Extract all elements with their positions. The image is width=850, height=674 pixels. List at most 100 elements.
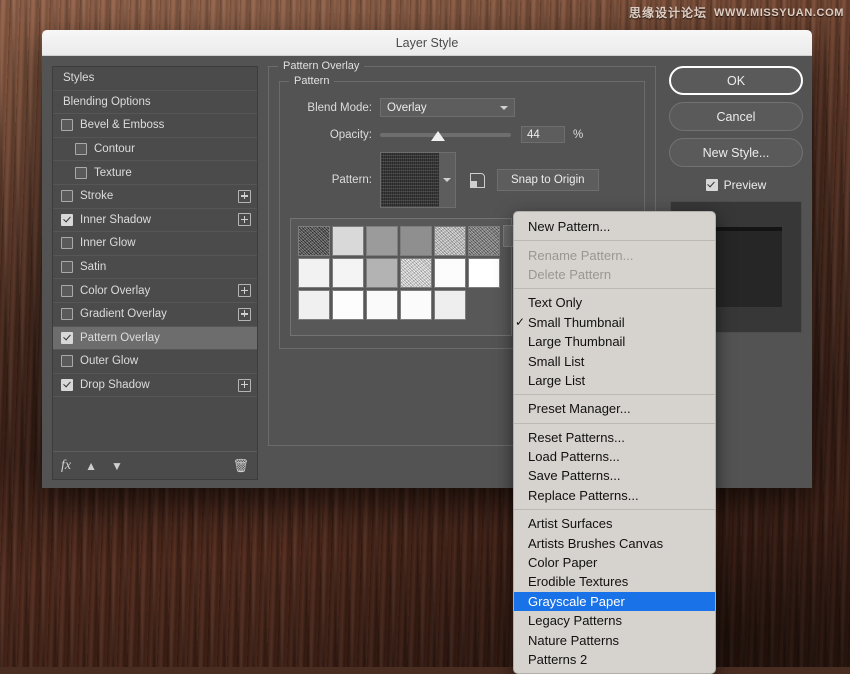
pattern-picker-chevron[interactable] bbox=[439, 153, 455, 207]
ok-button[interactable]: OK bbox=[669, 66, 803, 95]
delete-effect-icon[interactable]: 🗑 bbox=[232, 458, 249, 474]
styles-list-item[interactable]: Outer Glow bbox=[53, 350, 257, 374]
menu-item-label: Grayscale Paper bbox=[528, 593, 625, 609]
menu-item[interactable]: Erodible Textures bbox=[514, 572, 715, 591]
fx-icon[interactable]: fx bbox=[61, 458, 71, 473]
new-style-button[interactable]: New Style... bbox=[669, 138, 803, 167]
styles-list-item[interactable]: Drop Shadow bbox=[53, 374, 257, 398]
menu-item[interactable]: Text Only bbox=[514, 293, 715, 312]
pattern-swatch[interactable] bbox=[332, 258, 364, 288]
pattern-swatch-popup[interactable] bbox=[290, 218, 525, 336]
pattern-swatch[interactable] bbox=[400, 290, 432, 320]
menu-item-label: Save Patterns... bbox=[528, 468, 621, 484]
menu-item[interactable]: Large Thumbnail bbox=[514, 332, 715, 351]
pattern-swatch[interactable] bbox=[468, 226, 500, 256]
opacity-row: Opacity: 44 % bbox=[290, 126, 634, 143]
style-enable-checkbox[interactable] bbox=[61, 284, 73, 297]
menu-item: Delete Pattern bbox=[514, 265, 715, 284]
style-enable-checkbox[interactable] bbox=[61, 379, 73, 392]
menu-item[interactable]: Load Patterns... bbox=[514, 447, 715, 466]
styles-list-item[interactable]: Bevel & Emboss bbox=[53, 114, 257, 138]
style-enable-checkbox[interactable] bbox=[61, 237, 73, 250]
menu-item[interactable]: Small List bbox=[514, 351, 715, 370]
watermark: 思缘设计论坛 WWW.MISSYUAN.COM bbox=[629, 4, 844, 21]
menu-item[interactable]: Color Paper bbox=[514, 553, 715, 572]
pattern-swatch[interactable] bbox=[366, 290, 398, 320]
styles-list-item[interactable]: Color Overlay bbox=[53, 279, 257, 303]
cancel-button[interactable]: Cancel bbox=[669, 102, 803, 131]
opacity-label: Opacity: bbox=[329, 128, 372, 141]
pattern-swatch[interactable] bbox=[366, 258, 398, 288]
styles-list-item[interactable]: Gradient Overlay bbox=[53, 303, 257, 327]
style-enable-checkbox[interactable] bbox=[75, 143, 87, 156]
style-enable-checkbox[interactable] bbox=[61, 355, 73, 368]
styles-list-item[interactable]: Contour bbox=[53, 138, 257, 162]
styles-list-item[interactable]: Inner Shadow bbox=[53, 209, 257, 233]
opacity-slider-handle[interactable] bbox=[430, 130, 445, 141]
blend-mode-value: Overlay bbox=[387, 101, 427, 114]
pattern-swatch[interactable] bbox=[332, 290, 364, 320]
pattern-swatch[interactable] bbox=[434, 290, 466, 320]
styles-list-item[interactable]: Pattern Overlay bbox=[53, 326, 257, 351]
style-enable-checkbox[interactable] bbox=[75, 166, 87, 179]
styles-list-item[interactable]: Blending Options bbox=[53, 91, 257, 115]
link-pattern-icon[interactable] bbox=[470, 172, 485, 188]
menu-item[interactable]: ✓ Small Thumbnail bbox=[514, 313, 715, 332]
watermark-url-text: WWW.MISSYUAN.COM bbox=[714, 6, 844, 19]
pattern-swatch[interactable] bbox=[298, 258, 330, 288]
add-effect-plus-icon[interactable] bbox=[238, 189, 251, 203]
styles-list-item[interactable]: Styles bbox=[53, 67, 257, 91]
opacity-input[interactable]: 44 bbox=[521, 126, 565, 143]
preview-toggle[interactable]: Preview bbox=[705, 178, 766, 192]
menu-item[interactable]: Large List bbox=[514, 371, 715, 390]
menu-item[interactable]: Legacy Patterns bbox=[514, 611, 715, 630]
pattern-picker[interactable] bbox=[380, 152, 456, 208]
style-enable-checkbox[interactable] bbox=[61, 331, 73, 344]
pattern-swatch[interactable] bbox=[468, 258, 500, 288]
pattern-swatch[interactable] bbox=[366, 226, 398, 256]
style-enable-checkbox[interactable] bbox=[61, 190, 73, 203]
style-enable-checkbox[interactable] bbox=[61, 308, 73, 321]
styles-list-item-label: Inner Glow bbox=[80, 237, 136, 250]
pattern-options-context-menu[interactable]: New Pattern... Rename Pattern... Delete Pa… bbox=[513, 211, 716, 674]
pattern-swatch[interactable] bbox=[434, 258, 466, 288]
menu-item[interactable]: Nature Patterns bbox=[514, 630, 715, 649]
pattern-preview-thumbnail[interactable] bbox=[381, 153, 439, 207]
add-effect-plus-icon[interactable] bbox=[238, 284, 251, 298]
menu-item[interactable]: New Pattern... bbox=[514, 217, 715, 236]
menu-item[interactable]: Preset Manager... bbox=[514, 399, 715, 418]
styles-list[interactable]: Styles Blending Options Bevel & Emboss Cont… bbox=[52, 66, 258, 480]
styles-list-item[interactable]: Satin bbox=[53, 256, 257, 280]
menu-item[interactable]: Reset Patterns... bbox=[514, 428, 715, 447]
blend-mode-select[interactable]: Overlay bbox=[380, 98, 515, 117]
menu-item[interactable]: Replace Patterns... bbox=[514, 486, 715, 505]
add-effect-plus-icon[interactable] bbox=[238, 378, 251, 392]
add-effect-plus-icon[interactable] bbox=[238, 213, 251, 227]
style-enable-checkbox[interactable] bbox=[61, 119, 73, 132]
move-down-icon[interactable]: ▼ bbox=[111, 460, 123, 472]
dialog-titlebar[interactable]: Layer Style bbox=[42, 30, 812, 56]
menu-item-label: Reset Patterns... bbox=[528, 429, 625, 445]
opacity-slider[interactable] bbox=[380, 128, 511, 142]
pattern-swatch[interactable] bbox=[298, 226, 330, 256]
snap-to-origin-button[interactable]: Snap to Origin bbox=[497, 169, 599, 191]
menu-item[interactable]: Grayscale Paper bbox=[514, 591, 715, 612]
styles-list-item[interactable]: Stroke bbox=[53, 185, 257, 209]
pattern-swatch[interactable] bbox=[298, 290, 330, 320]
pattern-swatch[interactable] bbox=[400, 258, 432, 288]
style-enable-checkbox[interactable] bbox=[61, 261, 73, 274]
move-up-icon[interactable]: ▲ bbox=[85, 460, 97, 472]
pattern-swatch[interactable] bbox=[332, 226, 364, 256]
preview-checkbox[interactable] bbox=[705, 179, 718, 191]
menu-item[interactable]: Save Patterns... bbox=[514, 466, 715, 485]
pattern-swatch[interactable] bbox=[434, 226, 466, 256]
styles-list-item[interactable]: Inner Glow bbox=[53, 232, 257, 256]
add-effect-plus-icon[interactable] bbox=[238, 307, 251, 321]
menu-item[interactable]: Artist Surfaces bbox=[514, 514, 715, 533]
styles-list-item-label: Gradient Overlay bbox=[80, 308, 167, 321]
pattern-swatch[interactable] bbox=[400, 226, 432, 256]
menu-item[interactable]: Patterns 2 bbox=[514, 650, 715, 669]
style-enable-checkbox[interactable] bbox=[61, 213, 73, 226]
styles-list-item[interactable]: Texture bbox=[53, 161, 257, 185]
menu-item[interactable]: Artists Brushes Canvas bbox=[514, 533, 715, 552]
